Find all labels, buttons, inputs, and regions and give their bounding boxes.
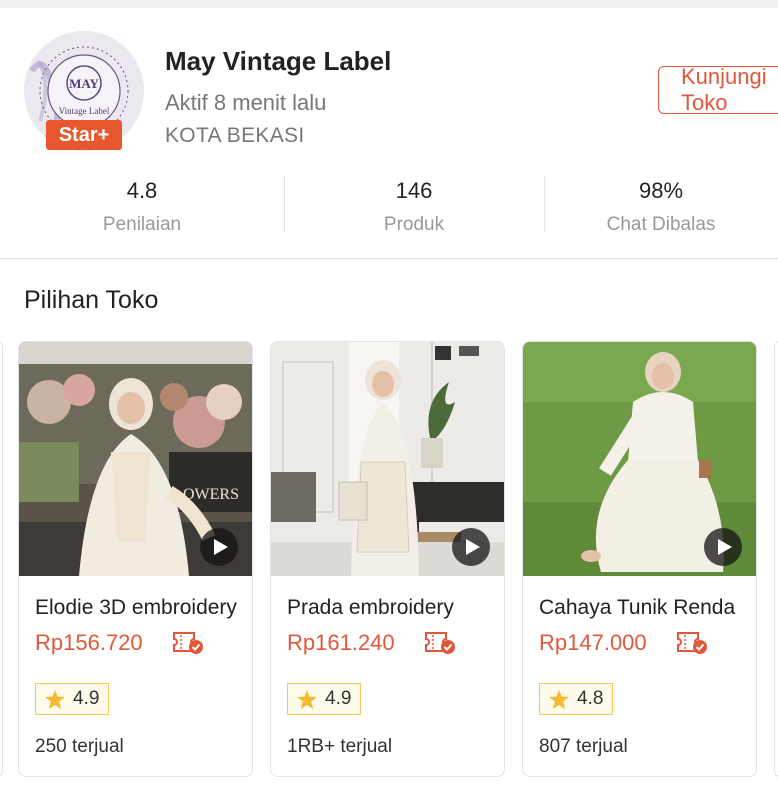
play-icon — [213, 539, 228, 555]
logo-text: MAY — [69, 76, 99, 91]
stat-chat-reply[interactable]: 98% Chat Dibalas — [544, 168, 778, 238]
stat-value: 4.8 — [126, 178, 158, 203]
rating-value: 4.9 — [73, 688, 100, 709]
voucher-icon — [172, 630, 204, 661]
logo-subtext: Vintage Label — [59, 106, 110, 116]
top-strip — [0, 0, 778, 8]
product-title: Prada embroidery — [287, 596, 454, 619]
product-card[interactable]: OWERS Elodie 3D embroidery Rp156.720 4.9… — [18, 341, 253, 777]
star-plus-badge: Star+ — [46, 120, 122, 150]
next-card-edge[interactable] — [774, 341, 778, 777]
product-title: Elodie 3D embroidery — [35, 596, 237, 619]
shop-city: KOTA BEKASI — [165, 124, 305, 147]
product-title: Cahaya Tunik Renda — [539, 596, 736, 619]
sold-count: 250 terjual — [35, 736, 124, 757]
rating-value: 4.8 — [577, 688, 604, 709]
product-card[interactable]: Prada embroidery Rp161.240 4.9 1RB+ terj… — [270, 341, 505, 777]
rating-badge: 4.9 — [35, 683, 110, 715]
product-price: Rp156.720 — [35, 630, 143, 655]
product-card[interactable]: Cahaya Tunik Renda Rp147.000 4.8 807 ter… — [522, 341, 757, 777]
star-icon — [45, 689, 65, 709]
play-video-button[interactable] — [200, 528, 238, 566]
previous-card-edge[interactable] — [0, 341, 3, 777]
shop-picks-section: Pilihan Toko OWERS Elodie 3D embroidery … — [0, 260, 778, 800]
rating-badge: 4.8 — [539, 683, 614, 715]
stat-label: Chat Dibalas — [606, 214, 716, 235]
play-icon — [717, 539, 732, 555]
visit-shop-button[interactable]: Kunjungi Toko — [658, 64, 778, 115]
stat-label: Penilaian — [102, 214, 182, 235]
voucher-icon — [676, 630, 708, 661]
shop-stats: 4.8 Penilaian 146 Produk 98% Chat Dibala… — [0, 168, 778, 238]
shop-header: MAY Vintage Label Star+ May Vintage Labe… — [0, 8, 778, 259]
sold-count: 807 terjual — [539, 736, 628, 757]
voucher-icon — [424, 630, 456, 661]
shop-active-status: Aktif 8 menit lalu — [165, 90, 327, 115]
rating-value: 4.9 — [325, 688, 352, 709]
stat-products[interactable]: 146 Produk — [284, 168, 544, 238]
stat-value: 98% — [638, 178, 684, 203]
svg-text:OWERS: OWERS — [183, 486, 239, 503]
stat-rating[interactable]: 4.8 Penilaian — [0, 168, 284, 238]
play-video-button[interactable] — [704, 528, 742, 566]
section-title: Pilihan Toko — [24, 286, 159, 314]
sold-count: 1RB+ terjual — [287, 736, 393, 757]
rating-badge: 4.9 — [287, 683, 362, 715]
star-icon — [549, 689, 569, 709]
product-price: Rp147.000 — [539, 630, 647, 655]
play-video-button[interactable] — [452, 528, 490, 566]
stat-value: 146 — [395, 178, 433, 203]
shop-name[interactable]: May Vintage Label — [165, 46, 391, 77]
stat-label: Produk — [383, 214, 445, 235]
play-icon — [465, 539, 480, 555]
star-icon — [297, 689, 317, 709]
product-price: Rp161.240 — [287, 630, 395, 655]
